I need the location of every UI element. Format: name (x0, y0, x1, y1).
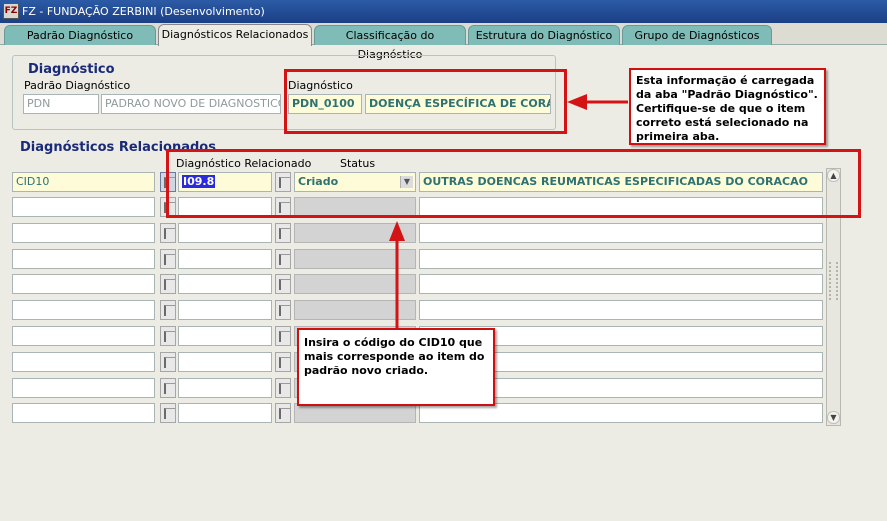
row-7-codigo-field[interactable] (178, 326, 272, 346)
row-8-codigo-lov-button[interactable] (275, 352, 291, 372)
row-5-descricao[interactable] (419, 274, 823, 294)
row-4-codigo-lov-button[interactable] (275, 249, 291, 269)
tab-grupo-diagnosticos[interactable]: Grupo de Diagnósticos (622, 25, 772, 45)
row-3-codigo-lov-button[interactable] (275, 223, 291, 243)
row-10-tipo[interactable] (12, 403, 155, 423)
row-6-tipo[interactable] (12, 300, 155, 320)
row-5-status-select[interactable] (294, 274, 416, 294)
row-3-status-select[interactable] (294, 223, 416, 243)
row-10-status-select[interactable] (294, 403, 416, 423)
row-9-tipo[interactable] (12, 378, 155, 398)
row-4-tipo-lov-button[interactable] (160, 249, 176, 269)
highlight-diagnostico (284, 69, 567, 134)
row-10-codigo-lov-button[interactable] (275, 403, 291, 423)
row-6-codigo-field[interactable] (178, 300, 272, 320)
row-8-tipo-lov-button[interactable] (160, 352, 176, 372)
row-6-codigo-lov-button[interactable] (275, 300, 291, 320)
row-6-tipo-lov-button[interactable] (160, 300, 176, 320)
list-icon (164, 357, 175, 368)
list-icon (279, 254, 290, 265)
row-5-tipo[interactable] (12, 274, 155, 294)
row-10-codigo-field[interactable] (178, 403, 272, 423)
window-title-bar: FZ FZ - FUNDAÇÃO ZERBINI (Desenvolviment… (0, 0, 887, 23)
arrowhead-icon (567, 94, 587, 110)
row-4-codigo-field[interactable] (178, 249, 272, 269)
row-6-status-select[interactable] (294, 300, 416, 320)
row-3-tipo[interactable] (12, 223, 155, 243)
window-title: FZ - FUNDAÇÃO ZERBINI (Desenvolvimento) (22, 5, 265, 18)
row-5-codigo-field[interactable] (178, 274, 272, 294)
list-icon (164, 254, 175, 265)
row-3-tipo-lov-button[interactable] (160, 223, 176, 243)
list-icon (164, 228, 175, 239)
list-icon (279, 331, 290, 342)
app-logo-icon: FZ (3, 3, 19, 19)
padrao-diagnostico-label: Padrão Diagnóstico (24, 79, 131, 92)
list-icon (279, 228, 290, 239)
row-4-descricao[interactable] (419, 249, 823, 269)
list-icon (164, 279, 175, 290)
list-icon (279, 305, 290, 316)
row-9-tipo-lov-button[interactable] (160, 378, 176, 398)
row-4-tipo[interactable] (12, 249, 155, 269)
list-icon (279, 383, 290, 394)
row-2-tipo[interactable] (12, 197, 155, 217)
row-3-descricao[interactable] (419, 223, 823, 243)
padrao-code-field[interactable]: PDN (23, 94, 99, 114)
row-3-codigo-field[interactable] (178, 223, 272, 243)
padrao-desc-field[interactable]: PADRAO NOVO DE DIAGNOSTICOS (101, 94, 281, 114)
row-9-codigo-lov-button[interactable] (275, 378, 291, 398)
list-icon (164, 383, 175, 394)
row-10-descricao[interactable] (419, 403, 823, 423)
list-icon (164, 331, 175, 342)
row-8-codigo-field[interactable] (178, 352, 272, 372)
tab-padrao-diagnostico[interactable]: Padrão Diagnóstico (4, 25, 156, 45)
list-icon (164, 305, 175, 316)
row-8-tipo[interactable] (12, 352, 155, 372)
highlight-relacionado-row (166, 149, 861, 218)
row-6-descricao[interactable] (419, 300, 823, 320)
row-7-tipo[interactable] (12, 326, 155, 346)
row-9-codigo-field[interactable] (178, 378, 272, 398)
scroll-down-icon[interactable]: ▼ (827, 411, 840, 424)
row-7-tipo-lov-button[interactable] (160, 326, 176, 346)
row-5-codigo-lov-button[interactable] (275, 274, 291, 294)
list-icon (164, 408, 175, 419)
callout-bottom: Insira o código do CID10 que mais corres… (297, 328, 495, 406)
row-7-codigo-lov-button[interactable] (275, 326, 291, 346)
diagnostico-section-title: Diagnóstico (28, 62, 115, 77)
callout-top: Esta informação é carregada da aba "Padr… (629, 68, 826, 145)
tab-diagnosticos-relacionados[interactable]: Diagnósticos Relacionados (158, 24, 312, 46)
row-10-tipo-lov-button[interactable] (160, 403, 176, 423)
list-icon (279, 408, 290, 419)
row-5-tipo-lov-button[interactable] (160, 274, 176, 294)
list-icon (279, 357, 290, 368)
row-4-status-select[interactable] (294, 249, 416, 269)
scroll-grip[interactable] (829, 262, 838, 300)
tab-classificacao-diagnostico[interactable]: Classificação do Diagnóstico (314, 25, 466, 61)
row-1-tipo[interactable]: CID10 (12, 172, 155, 192)
tab-estrutura-diagnostico[interactable]: Estrutura do Diagnóstico (468, 25, 620, 45)
list-icon (279, 279, 290, 290)
